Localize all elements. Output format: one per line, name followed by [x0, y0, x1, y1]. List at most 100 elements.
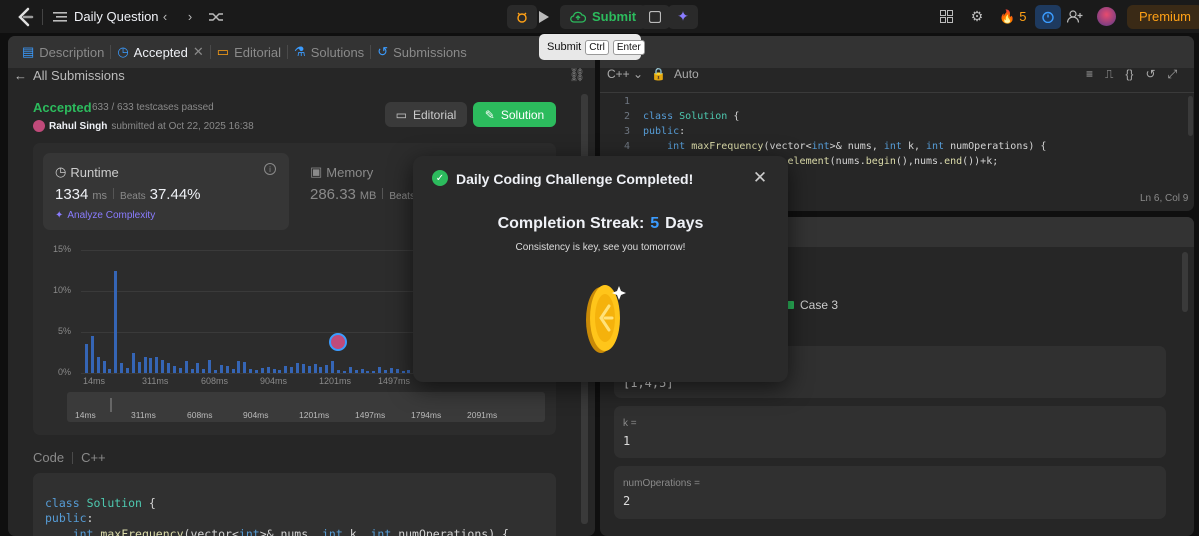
histogram-bar[interactable]	[243, 361, 247, 373]
auto-mode[interactable]: Auto	[674, 67, 699, 81]
histogram-bar[interactable]	[354, 369, 358, 373]
histogram-bar[interactable]	[348, 367, 352, 373]
solution-button[interactable]: ✎ Solution	[473, 102, 556, 127]
histogram-bar[interactable]	[383, 369, 387, 373]
add-friend-icon[interactable]	[1066, 0, 1084, 33]
histogram-bar[interactable]	[290, 367, 294, 373]
submit-button[interactable]: Submit	[560, 4, 647, 29]
problem-list-icon[interactable]	[52, 0, 68, 33]
histogram-bar[interactable]	[401, 370, 405, 373]
histogram-bar[interactable]	[167, 363, 171, 373]
histogram-bar[interactable]	[149, 358, 153, 373]
histogram-bar[interactable]	[266, 367, 270, 373]
histogram-bar[interactable]	[219, 364, 223, 373]
histogram-bar[interactable]	[378, 367, 382, 373]
histogram-bar[interactable]	[172, 366, 176, 373]
histogram-bar[interactable]	[108, 368, 112, 373]
histogram-bar[interactable]	[307, 366, 311, 373]
histogram-bar[interactable]	[331, 360, 335, 373]
shuffle-icon[interactable]	[208, 0, 224, 33]
histogram-bar[interactable]	[278, 369, 282, 373]
testcase-scrollbar[interactable]	[1182, 252, 1188, 312]
histogram-bar[interactable]	[137, 362, 141, 373]
histogram-bar[interactable]	[178, 368, 182, 373]
histogram-bar[interactable]	[225, 366, 229, 373]
fullscreen-icon[interactable]: ⤢	[1168, 67, 1178, 82]
case-3-tab[interactable]: Case 3	[786, 298, 838, 312]
language-select[interactable]: C++ ⌄	[607, 67, 643, 81]
daily-question-title[interactable]: Daily Question	[74, 0, 159, 33]
histogram-bar[interactable]	[395, 368, 399, 373]
histogram-bar[interactable]	[114, 270, 118, 373]
analyze-complexity-link[interactable]: ✦ Analyze Complexity	[55, 210, 155, 221]
histogram-bar[interactable]	[319, 367, 323, 373]
editorial-button[interactable]: ▭ Editorial	[385, 102, 467, 127]
histogram-bar[interactable]	[190, 368, 194, 373]
notes-icon[interactable]	[640, 4, 670, 29]
editor-scrollbar[interactable]	[1188, 96, 1193, 136]
avatar[interactable]	[1097, 7, 1116, 26]
histogram-bar[interactable]	[143, 356, 147, 373]
leetcode-logo[interactable]	[14, 0, 36, 33]
histogram-bar[interactable]	[237, 360, 241, 373]
info-icon[interactable]: i	[264, 163, 276, 175]
reset-icon[interactable]: ↺	[1145, 67, 1155, 82]
histogram-bar[interactable]	[255, 369, 258, 373]
streak-counter[interactable]: 🔥 5	[999, 0, 1026, 33]
histogram-bar[interactable]	[313, 363, 317, 373]
tab-description[interactable]: ▤ Description	[16, 36, 110, 68]
histogram-bar[interactable]	[90, 336, 94, 373]
histogram-bar[interactable]	[208, 359, 212, 373]
histogram-bar[interactable]	[337, 369, 341, 373]
histogram-bar[interactable]	[196, 363, 200, 373]
tab-solutions[interactable]: ⚗ Solutions	[288, 36, 370, 68]
next-question-icon[interactable]: ›	[183, 0, 197, 33]
histogram-bar[interactable]	[202, 368, 206, 373]
histogram-bar[interactable]	[249, 368, 253, 373]
tab-submissions[interactable]: ↺ Submissions	[371, 36, 473, 68]
histogram-bar[interactable]	[296, 363, 300, 373]
format-icon[interactable]: ≡	[1086, 67, 1093, 82]
settings-gear-icon[interactable]: ⚙	[969, 0, 985, 33]
histogram-bar[interactable]	[272, 368, 276, 373]
histogram-bar[interactable]	[126, 368, 130, 373]
histogram-bar[interactable]	[360, 368, 364, 373]
histogram-bar[interactable]	[120, 363, 124, 373]
histogram-bar[interactable]	[325, 364, 329, 373]
histogram-bar[interactable]	[231, 368, 235, 373]
tab-editorial[interactable]: ▭ Editorial	[211, 36, 287, 68]
premium-button[interactable]: Premium	[1127, 4, 1199, 29]
histogram-bar[interactable]	[260, 368, 264, 373]
histogram-bar[interactable]	[184, 360, 188, 373]
bookmark-icon[interactable]: ⎍	[1105, 67, 1113, 82]
tab-accepted[interactable]: ◷ Accepted ✕	[111, 36, 209, 68]
histogram-bar[interactable]	[366, 370, 370, 373]
histogram-bar[interactable]	[284, 366, 288, 373]
username[interactable]: Rahul Singh	[49, 121, 107, 132]
histogram-bar[interactable]	[96, 356, 100, 373]
histogram-bar[interactable]	[131, 352, 135, 373]
histogram-bar[interactable]	[161, 359, 165, 373]
histogram-bar[interactable]	[389, 368, 393, 373]
all-submissions-link[interactable]: ← All Submissions	[14, 68, 125, 83]
chart-range-slider[interactable]: 14ms 311ms 608ms 904ms 1201ms 1497ms 1794ms 209…	[67, 392, 545, 422]
share-link-icon[interactable]: ⛓	[569, 67, 586, 82]
close-icon[interactable]: ✕	[751, 168, 769, 187]
histogram-bar[interactable]	[102, 360, 106, 373]
histogram-bar[interactable]	[407, 369, 411, 373]
histogram-bar[interactable]	[213, 369, 217, 373]
run-icon[interactable]	[531, 5, 557, 29]
timer-icon[interactable]	[1035, 4, 1061, 29]
close-tab-icon[interactable]: ✕	[193, 44, 204, 60]
braces-icon[interactable]: {}	[1125, 67, 1133, 82]
ai-sparkle-icon[interactable]: ✦	[668, 4, 698, 29]
histogram-bar[interactable]	[85, 344, 88, 373]
runtime-box[interactable]: ◷ Runtime i 1334 ms Beats 37.44% ✦ Analyze…	[43, 153, 289, 230]
prev-question-icon[interactable]: ‹	[158, 0, 172, 33]
histogram-bar[interactable]	[155, 356, 159, 373]
histogram-bar[interactable]	[342, 370, 346, 373]
histogram-bar[interactable]	[372, 371, 376, 373]
layout-icon[interactable]	[938, 0, 954, 33]
range-handle[interactable]	[110, 398, 112, 412]
histogram-bar[interactable]	[301, 363, 305, 373]
